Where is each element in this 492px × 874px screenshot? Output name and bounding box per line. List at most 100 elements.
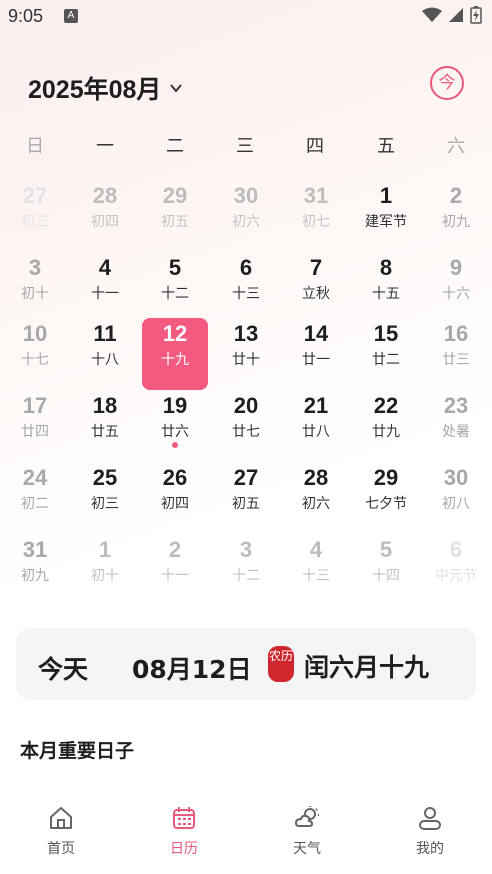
weekday-label: 六 [447,136,465,157]
section-title: 本月重要日子 [20,740,135,762]
calendar-day[interactable]: 30 初八 [423,462,489,534]
chevron-down-icon[interactable] [169,81,183,95]
month-selector[interactable]: 2025年08月 [28,70,183,106]
calendar-day[interactable]: 1 建军节 [353,180,419,252]
calendar-day[interactable]: 21 廿八 [283,390,349,462]
day-number: 9 [449,255,463,280]
day-number: 29 [162,183,188,208]
calendar-day[interactable]: 5 十二 [142,252,208,324]
lunar-label: 廿三 [442,352,470,368]
lunar-label: 初五 [161,214,189,230]
calendar-day[interactable]: 9 十六 [423,252,489,324]
calendar-day[interactable]: 3 十二 [213,534,279,606]
lunar-label: 廿五 [91,424,119,440]
lunar-label: 廿六 [161,424,189,440]
day-number: 26 [162,465,188,490]
notification-icon: A [64,9,78,23]
status-icons [422,6,482,24]
tab-label: 日历 [170,841,198,857]
calendar-day[interactable]: 11 十八 [72,318,138,390]
signal-icon [449,8,463,22]
day-number: 31 [22,537,48,562]
lunar-label: 初七 [302,214,330,230]
day-number: 30 [233,183,259,208]
tab-home[interactable]: 首页 [16,804,106,858]
calendar-day[interactable]: 6 中元节 [423,534,489,606]
day-number: 11 [93,321,117,346]
day-number: 27 [22,183,48,208]
calendar-day[interactable]: 1 初十 [72,534,138,606]
calendar-day[interactable]: 3 初十 [2,252,68,324]
lunar-label: 廿七 [232,424,260,440]
calendar-day[interactable]: 4 十三 [283,534,349,606]
today-card[interactable]: 今天 08月12日 农历 闰六月十九 [16,628,476,700]
tab-weather[interactable]: 天气 [262,804,352,858]
day-number: 4 [309,537,323,562]
calendar-day[interactable]: 2 初九 [423,180,489,252]
calendar-day[interactable]: 5 十四 [353,534,419,606]
calendar-day[interactable]: 22 廿九 [353,390,419,462]
tab-profile[interactable]: 我的 [385,804,475,858]
calendar-day[interactable]: 15 廿二 [353,318,419,390]
calendar-day[interactable]: 20 廿七 [213,390,279,462]
calendar-day[interactable]: 24 初二 [2,462,68,534]
calendar-day[interactable]: 29 初五 [142,180,208,252]
lunar-label: 廿九 [372,424,400,440]
day-number: 19 [162,393,188,418]
calendar-day[interactable]: 26 初四 [142,462,208,534]
calendar-day[interactable]: 19 廿六 [142,390,208,462]
day-number: 5 [168,255,182,280]
calendar-day[interactable]: 2 十一 [142,534,208,606]
calendar-day[interactable]: 6 十三 [213,252,279,324]
lunar-label: 廿八 [302,424,330,440]
battery-icon [470,6,482,24]
day-number: 17 [22,393,48,418]
lunar-label: 十四 [372,568,400,584]
tab-label: 天气 [293,841,321,857]
calendar-day[interactable]: 23 处暑 [423,390,489,462]
calendar-day[interactable]: 25 初三 [72,462,138,534]
calendar-day[interactable]: 13 廿十 [213,318,279,390]
lunar-label: 十七 [21,352,49,368]
lunar-label: 廿四 [21,424,49,440]
day-number: 30 [443,465,469,490]
calendar-day[interactable]: 17 廿四 [2,390,68,462]
lunar-label: 廿二 [372,352,400,368]
calendar-day[interactable]: 29 七夕节 [353,462,419,534]
home-icon [50,807,72,829]
day-number: 4 [98,255,112,280]
status-bar: 9:05 A [0,0,492,34]
calendar-day-selected[interactable]: 12 十九 [142,318,208,390]
day-number: 8 [379,255,393,280]
lunar-label: 初五 [232,496,260,512]
lunar-label: 廿一 [302,352,330,368]
lunar-label: 立秋 [302,286,330,302]
calendar-day[interactable]: 4 十一 [72,252,138,324]
calendar-day[interactable]: 7 立秋 [283,252,349,324]
calendar-day[interactable]: 10 十七 [2,318,68,390]
lunar-label: 十八 [91,352,119,368]
lunar-label: 初九 [21,568,49,584]
lunar-label: 廿十 [232,352,260,368]
calendar-day[interactable]: 14 廿一 [283,318,349,390]
calendar-day[interactable]: 16 廿三 [423,318,489,390]
today-button[interactable]: 今 [430,66,464,100]
month-title[interactable]: 2025年08月 [28,70,161,106]
today-label: 今天 [38,655,89,684]
weekday-label: 二 [166,136,184,157]
calendar-day[interactable]: 18 廿五 [72,390,138,462]
calendar-day[interactable]: 28 初六 [283,462,349,534]
lunar-label: 建军节 [365,214,407,230]
tab-calendar[interactable]: 日历 [139,804,229,858]
calendar-day[interactable]: 8 十五 [353,252,419,324]
calendar-day[interactable]: 31 初九 [2,534,68,606]
calendar-day[interactable]: 30 初六 [213,180,279,252]
lunar-label: 初四 [91,214,119,230]
calendar-day[interactable]: 27 初三 [2,180,68,252]
calendar-day[interactable]: 31 初七 [283,180,349,252]
calendar-day[interactable]: 27 初五 [213,462,279,534]
day-number: 7 [309,255,323,280]
calendar-day[interactable]: 28 初四 [72,180,138,252]
tab-label: 首页 [47,841,75,857]
day-number: 2 [449,183,463,208]
